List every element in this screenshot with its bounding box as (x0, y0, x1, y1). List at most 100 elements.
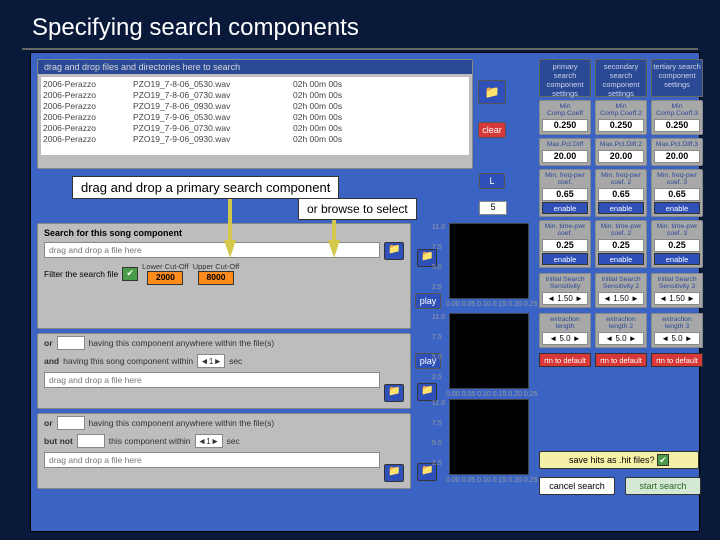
tertiary-search-panel: or having this component anywhere within … (37, 413, 411, 489)
setting-value[interactable]: ◄ 1.50 ► (542, 292, 588, 305)
setting-value[interactable]: 0.65 (598, 188, 644, 201)
upper-cutoff-field[interactable]: 8000 (198, 271, 234, 285)
setting-value[interactable]: ◄ 5.0 ► (598, 332, 644, 345)
setting-box: Initial Search Sensitivity 2◄ 1.50 ► (595, 273, 647, 308)
primary-label: Search for this song component (38, 224, 410, 240)
or-text-3: having this component anywhere within th… (89, 418, 275, 428)
primary-browse-icon[interactable] (384, 242, 404, 260)
setting-box: extraction length◄ 5.0 ► (539, 313, 591, 348)
file-row[interactable]: 2006-PerazzoPZO19_7-8-06_0930.wav02h 00m… (43, 101, 467, 112)
enable-button[interactable]: enable (542, 202, 588, 214)
file-row[interactable]: 2006-PerazzoPZO19_7-9-06_0530.wav02h 00m… (43, 112, 467, 123)
filter-label: Filter the search file (44, 269, 118, 279)
file-row[interactable]: 2006-PerazzoPZO19_7-9-06_0930.wav02h 00m… (43, 134, 467, 145)
settings-header: tertiary search component settings (651, 59, 703, 97)
file-row[interactable]: 2006-PerazzoPZO19_7-9-06_0730.wav02h 00m… (43, 123, 467, 134)
file-drop-panel[interactable]: drag and drop files and directories here… (37, 59, 473, 169)
setting-value[interactable]: ◄ 5.0 ► (654, 332, 700, 345)
secondary-browse2-icon[interactable] (417, 383, 437, 401)
enable-button[interactable]: enable (598, 202, 644, 214)
sec-label-3: sec (227, 436, 240, 446)
file-list[interactable]: 2006-PerazzoPZO19_7-8-06_0530.wav02h 00m… (41, 77, 469, 155)
browse-button[interactable] (478, 80, 506, 104)
and-text: having this song component within (63, 356, 193, 366)
setting-box: Max.Pct.Diff20.00 (539, 138, 591, 166)
arrow-2-head (328, 240, 340, 258)
tertiary-browse-icon[interactable] (384, 464, 404, 482)
primary-settings-col: primary search component settingsMin Com… (539, 59, 591, 367)
secondary-drop-field[interactable]: drag and drop a file here (44, 372, 380, 388)
start-search-button[interactable]: start search (625, 477, 701, 495)
file-row[interactable]: 2006-PerazzoPZO19_7-8-06_0530.wav02h 00m… (43, 79, 467, 90)
rtn-default-button[interactable]: rtn to default (595, 353, 647, 367)
setting-value[interactable]: ◄ 5.0 ► (542, 332, 588, 345)
enable-button[interactable]: enable (542, 253, 588, 265)
setting-box: Min Comp.Coeff.30.250 (651, 100, 703, 135)
setting-value[interactable]: 0.25 (598, 239, 644, 252)
L-button[interactable]: L (479, 173, 505, 189)
setting-value[interactable]: ◄ 1.50 ► (654, 292, 700, 305)
secondary-browse-icon[interactable] (384, 384, 404, 402)
butnot-toggle[interactable] (77, 434, 105, 448)
settings-header: primary search component settings (539, 59, 591, 97)
arrow-1-stem (228, 198, 232, 242)
butnot-label: but not (44, 436, 73, 446)
lower-cutoff-label: Lower Cut-Off (142, 262, 189, 271)
setting-box: Min. freq-pwr coef. 30.65enable (651, 169, 703, 217)
save-hits-button[interactable]: save hits as .hit files? ✔ (539, 451, 699, 469)
five-field[interactable]: 5 (479, 201, 507, 215)
secondary-search-panel: orhaving this component anywhere within … (37, 333, 411, 409)
cancel-search-button[interactable]: cancel search (539, 477, 615, 495)
setting-box: Min. time-pwr coef. 30.25enable (651, 220, 703, 268)
setting-box: Min Comp.Coeff.20.250 (595, 100, 647, 135)
setting-value[interactable]: 0.250 (654, 119, 700, 132)
butnot-text: this component within (109, 436, 191, 446)
and-label: and (44, 356, 59, 366)
filter-checkbox[interactable]: ✔ (122, 267, 138, 281)
file-row[interactable]: 2006-PerazzoPZO19_7-8-06_0730.wav02h 00m… (43, 90, 467, 101)
setting-value[interactable]: 0.65 (654, 188, 700, 201)
primary-search-panel: Search for this song component drag and … (37, 223, 411, 329)
setting-value[interactable]: 0.65 (542, 188, 588, 201)
enable-button[interactable]: enable (654, 253, 700, 265)
arrow-1-head (224, 240, 236, 258)
setting-box: Max.Pct.Diff.320.00 (651, 138, 703, 166)
setting-value[interactable]: 20.00 (598, 150, 644, 163)
or-label-3: or (44, 418, 53, 428)
enable-button[interactable]: enable (598, 253, 644, 265)
callout-main: drag and drop a primary search component (72, 176, 339, 199)
butnot-spin[interactable]: ◄1► (195, 434, 223, 448)
setting-value[interactable]: 0.250 (598, 119, 644, 132)
tertiary-drop-field[interactable]: drag and drop a file here (44, 452, 380, 468)
setting-box: Min. freq-pwr coef.0.65enable (539, 169, 591, 217)
setting-value[interactable]: 0.250 (542, 119, 588, 132)
clear-button[interactable]: clear (478, 122, 506, 138)
spectrogram-2: 11.07.55.02.50.00 0.05 0.10 0.15 0.20 0.… (449, 313, 529, 389)
upper-cutoff-label: Upper Cut-Off (193, 262, 240, 271)
setting-box: extraction length 2◄ 5.0 ► (595, 313, 647, 348)
file-drop-header: drag and drop files and directories here… (38, 60, 472, 74)
setting-box: Initial Search Sensitivity◄ 1.50 ► (539, 273, 591, 308)
setting-box: Min. time-pwr coef.0.25enable (539, 220, 591, 268)
lower-cutoff-field[interactable]: 2000 (147, 271, 183, 285)
setting-box: Initial Search Sensitivity 3◄ 1.50 ► (651, 273, 703, 308)
and-spin[interactable]: ◄1► (197, 354, 225, 368)
rtn-default-button[interactable]: rtn to default (539, 353, 591, 367)
title-rule (22, 48, 698, 50)
play-button-1[interactable]: play (415, 293, 441, 309)
settings-header: secondary search component settings (595, 59, 647, 97)
setting-value[interactable]: 20.00 (654, 150, 700, 163)
setting-value[interactable]: 0.25 (654, 239, 700, 252)
or-label-2: or (44, 338, 53, 348)
setting-value[interactable]: ◄ 1.50 ► (598, 292, 644, 305)
or-toggle-3[interactable] (57, 416, 85, 430)
setting-box: extraction length 3◄ 5.0 ► (651, 313, 703, 348)
or-toggle-2[interactable] (57, 336, 85, 350)
spectrogram-1: 11.07.55.02.50.00 0.05 0.10 0.15 0.20 0.… (449, 223, 529, 299)
setting-value[interactable]: 20.00 (542, 150, 588, 163)
enable-button[interactable]: enable (654, 202, 700, 214)
rtn-default-button[interactable]: rtn to default (651, 353, 703, 367)
slide-title: Specifying search components (0, 0, 720, 46)
setting-value[interactable]: 0.25 (542, 239, 588, 252)
sec-label-2: sec (229, 356, 242, 366)
